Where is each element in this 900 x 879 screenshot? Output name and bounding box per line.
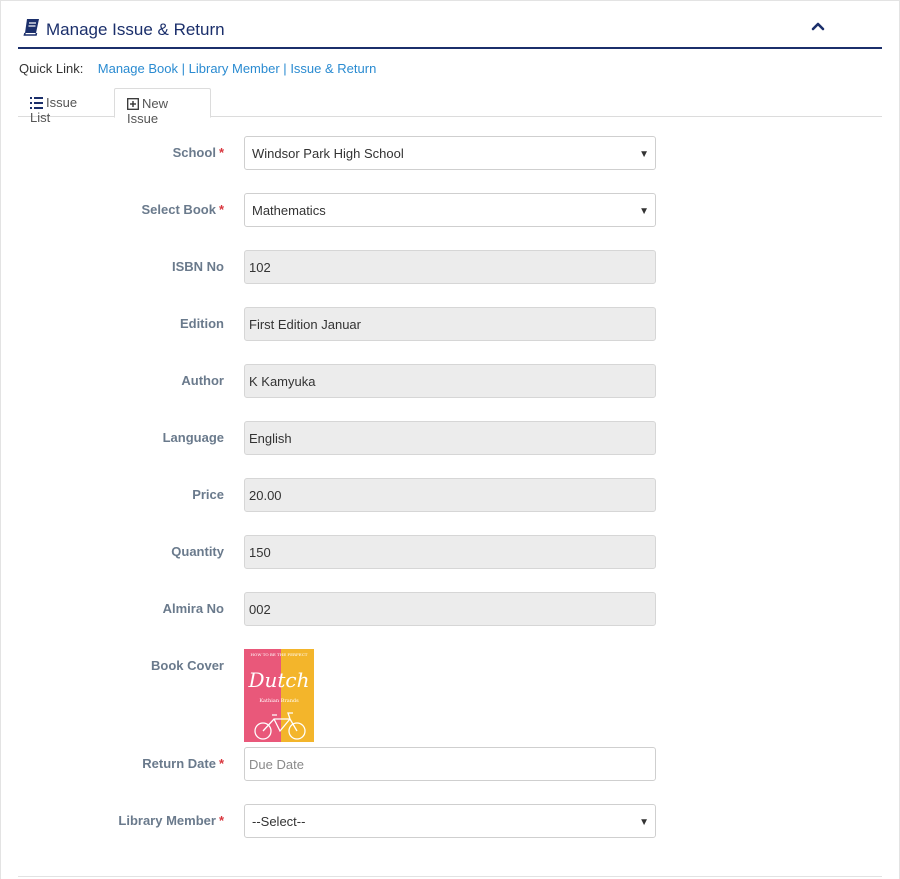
plus-square-icon xyxy=(127,98,139,110)
book-cover-label: Book Cover xyxy=(151,658,224,673)
caret-down-icon: ▼ xyxy=(639,206,649,217)
form-row-almira: Almira No 002 xyxy=(0,592,900,626)
caret-down-icon: ▼ xyxy=(639,149,649,160)
quick-link-bar: Quick Link: Manage Book | Library Member… xyxy=(19,61,376,76)
form-row-author: Author K Kamyuka xyxy=(0,364,900,398)
form-row-language: Language English xyxy=(0,421,900,455)
library-member-label: Library Member * xyxy=(118,813,224,828)
author-label: Author xyxy=(181,373,224,388)
almira-field[interactable]: 002 xyxy=(244,592,656,626)
library-member-value: --Select-- xyxy=(252,814,306,829)
link-library-member[interactable]: Library Member xyxy=(189,61,280,76)
library-member-select[interactable]: --Select-- ▼ xyxy=(244,804,656,838)
book-cover-image: HOW TO BE THE PERFECT Dutch Kathian Bran… xyxy=(244,649,314,742)
edition-field[interactable]: First Edition Januar xyxy=(244,307,656,341)
book-select[interactable]: Mathematics ▼ xyxy=(244,193,656,227)
return-date-placeholder: Due Date xyxy=(249,757,304,772)
link-separator: | xyxy=(283,61,287,76)
cover-title: Dutch xyxy=(247,668,309,692)
quantity-label: Quantity xyxy=(171,544,224,559)
book-icon xyxy=(23,19,39,36)
quick-link-label: Quick Link: xyxy=(19,61,84,76)
isbn-label: ISBN No xyxy=(172,259,224,274)
list-icon xyxy=(30,97,43,109)
return-date-input[interactable]: Due Date xyxy=(244,747,656,781)
form-row-select-book: Select Book * Mathematics ▼ xyxy=(0,193,900,227)
quantity-field[interactable]: 150 xyxy=(244,535,656,569)
price-label: Price xyxy=(192,487,224,502)
almira-label: Almira No xyxy=(162,601,224,616)
cover-top-text: HOW TO BE THE PERFECT xyxy=(251,652,308,657)
form-row-library-member: Library Member * --Select-- ▼ xyxy=(0,804,900,838)
form-row-price: Price 20.00 xyxy=(0,478,900,512)
link-separator: | xyxy=(181,61,186,76)
page-title: Manage Issue & Return xyxy=(46,20,225,39)
tab-bar: Issue List New Issue xyxy=(18,88,882,126)
book-value: Mathematics xyxy=(252,203,326,218)
isbn-field[interactable]: 102 xyxy=(244,250,656,284)
caret-down-icon: ▼ xyxy=(639,817,649,828)
tab-new-issue[interactable]: New Issue xyxy=(114,88,211,126)
language-label: Language xyxy=(162,430,224,445)
school-label: School * xyxy=(172,145,224,160)
link-issue-return[interactable]: Issue & Return xyxy=(290,61,376,76)
form-row-book-cover: Book Cover xyxy=(0,649,900,683)
form-row-school: School * Windsor Park High School ▼ xyxy=(0,136,900,170)
edition-label: Edition xyxy=(179,316,224,331)
school-value: Windsor Park High School xyxy=(252,146,404,161)
tab-issue-list[interactable]: Issue List xyxy=(18,88,112,125)
form-row-quantity: Quantity 150 xyxy=(0,535,900,569)
form-row-return-date: Return Date * Due Date xyxy=(0,747,900,781)
form-row-edition: Edition First Edition Januar xyxy=(0,307,900,341)
author-field[interactable]: K Kamyuka xyxy=(244,364,656,398)
return-date-label: Return Date * xyxy=(142,756,224,771)
panel-header: Manage Issue & Return xyxy=(18,12,882,49)
form-row-isbn: ISBN No 102 xyxy=(0,250,900,284)
price-field[interactable]: 20.00 xyxy=(244,478,656,512)
link-manage-book[interactable]: Manage Book xyxy=(98,61,178,76)
divider xyxy=(18,876,882,877)
chevron-up-icon[interactable] xyxy=(810,18,826,34)
language-field[interactable]: English xyxy=(244,421,656,455)
select-book-label: Select Book * xyxy=(141,202,224,217)
cover-author: Kathian Brands xyxy=(259,698,299,704)
school-select[interactable]: Windsor Park High School ▼ xyxy=(244,136,656,170)
